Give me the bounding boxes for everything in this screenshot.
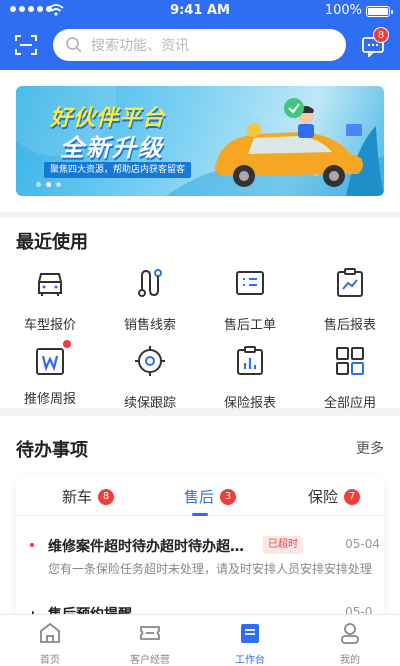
tab-insurance[interactable]: 保险 7 [308, 486, 361, 507]
tabbar-customer[interactable]: 客户经营 [100, 621, 200, 666]
app-label: 售后报表 [323, 318, 376, 333]
pager-dot[interactable] [56, 182, 61, 187]
message-badge: 8 [373, 27, 389, 43]
tabbar-home[interactable]: 首页 [0, 621, 100, 666]
status-bar: 9:41 AM 100% [0, 0, 400, 22]
app-label: 保险报表 [223, 396, 276, 411]
tabbar-label: 我的 [340, 655, 360, 666]
todo-item-date: 05-04 [345, 537, 380, 551]
banner-title-line2: 全新升级 [60, 134, 164, 162]
tabbar-label: 首页 [40, 655, 60, 666]
search-icon [66, 37, 82, 53]
app-aftersales-report[interactable]: 售后报表 [300, 266, 400, 334]
workbench-icon [241, 624, 259, 643]
pager-dot[interactable] [36, 182, 41, 187]
new-dot [63, 340, 71, 348]
apps-grid-icon [336, 347, 364, 375]
tabbar-profile[interactable]: 我的 [300, 621, 400, 666]
todo-item-title: 维修案件超时待办超时待办超时待办超时 [48, 539, 256, 555]
work-order-icon [236, 271, 264, 295]
tabbar-workbench[interactable]: 工作台 [200, 621, 300, 666]
app-renewal-tracking[interactable]: 续保跟踪 [100, 344, 200, 412]
app-aftersales-order[interactable]: 售后工单 [200, 266, 300, 334]
profile-icon [341, 623, 359, 644]
todo-card: 新车 8 售后 3 保险 7 维修案件超时待办超时待办超时待办超时 已超时 05… [16, 474, 384, 624]
ticket-icon [140, 626, 160, 640]
more-link[interactable]: 更多 [356, 438, 384, 458]
search-bar[interactable]: 搜索功能、资讯 [53, 29, 346, 61]
app-label: 全部应用 [323, 396, 376, 411]
home-icon [40, 622, 60, 643]
message-button[interactable]: 8 [361, 27, 389, 59]
app-sales-leads[interactable]: 销售线索 [100, 266, 200, 334]
tab-label: 新车 [62, 488, 93, 506]
search-placeholder: 搜索功能、资讯 [91, 38, 189, 54]
recent-title: 最近使用 [16, 232, 88, 253]
top-header: 9:41 AM 100% 搜索功能、资讯 8 [0, 0, 400, 70]
app-repair-weekly[interactable]: 推修周报 [0, 340, 100, 412]
app-all-apps[interactable]: 全部应用 [300, 344, 400, 412]
scan-icon[interactable] [14, 33, 38, 57]
car-icon [38, 273, 62, 296]
app-label: 推修周报 [23, 392, 76, 407]
active-tab-indicator [192, 513, 208, 516]
chart-report-icon [337, 268, 363, 297]
banner-pager[interactable] [36, 182, 61, 187]
tabbar-label: 工作台 [235, 655, 265, 666]
app-label: 车型报价 [23, 318, 76, 333]
app-label: 续保跟踪 [123, 396, 176, 411]
tab-count-badge: 3 [220, 488, 237, 505]
battery-icon [366, 6, 393, 17]
insurance-report-icon [237, 346, 263, 375]
battery-percent: 100% [324, 3, 362, 18]
tab-new-car[interactable]: 新车 8 [62, 486, 115, 507]
recent-used-section: 最近使用 车型报价 销售线索 售后工单 售后报表 推修周报 续保跟踪 保险报表 … [0, 218, 400, 411]
app-label: 销售线索 [123, 318, 176, 333]
todo-title: 待办事项 [16, 440, 88, 461]
promo-banner[interactable]: 好伙伴平台 全新升级 聚焦四大资源，帮助店内获客留客 [16, 86, 384, 196]
target-icon [135, 346, 165, 376]
banner-section: 好伙伴平台 全新升级 聚焦四大资源，帮助店内获客留客 [0, 70, 400, 212]
app-car-quote[interactable]: 车型报价 [0, 266, 100, 334]
todo-section: 待办事项 更多 新车 8 售后 3 保险 7 维修案件超时待办超时待办超时待办超… [0, 416, 400, 624]
todo-tabs: 新车 8 售后 3 保险 7 [16, 474, 384, 516]
banner-subtitle: 聚焦四大资源，帮助店内获客留客 [44, 162, 192, 178]
app-label: 售后工单 [223, 318, 276, 333]
overdue-tag: 已超时 [263, 536, 303, 554]
tab-label: 售后 [184, 488, 215, 506]
tab-aftersales[interactable]: 售后 3 [184, 486, 237, 507]
tab-count-badge: 8 [98, 488, 115, 505]
bottom-tab-bar: 首页 客户经营 工作台 我的 [0, 614, 400, 666]
tab-count-badge: 7 [344, 488, 361, 505]
weekly-report-icon [33, 340, 71, 378]
todo-item-desc: 您有一条保险任务超时未处理，请及时安排人员安排安排处理 [48, 562, 373, 576]
tab-label: 保险 [308, 488, 339, 506]
app-insurance-report[interactable]: 保险报表 [200, 344, 300, 412]
route-icon [138, 269, 162, 297]
pager-dot-active[interactable] [46, 182, 51, 187]
unread-dot [30, 543, 34, 547]
tabbar-label: 客户经营 [130, 655, 170, 666]
